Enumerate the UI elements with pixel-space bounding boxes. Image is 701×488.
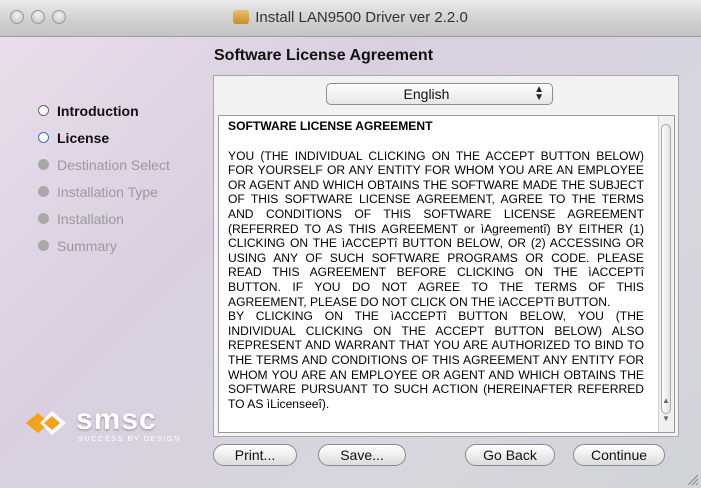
title-bar[interactable]: Install LAN9500 Driver ver 2.2.0 — [0, 0, 701, 37]
package-icon — [233, 10, 250, 24]
scrollbar-thumb[interactable] — [661, 124, 671, 414]
step-label: License — [57, 129, 110, 146]
license-title: SOFTWARE LICENSE AGREEMENT — [228, 119, 433, 133]
step-label: Installation — [57, 210, 124, 227]
scroll-up-arrow-icon[interactable]: ▲ — [662, 396, 670, 405]
continue-button[interactable]: Continue — [573, 444, 665, 466]
page-title: Software License Agreement — [214, 47, 434, 64]
smsc-logo-mark — [26, 411, 66, 435]
window-title-text: Install LAN9500 Driver ver 2.2.0 — [255, 9, 468, 26]
installer-window: Install LAN9500 Driver ver 2.2.0 Softwar… — [0, 0, 701, 488]
license-text-area[interactable]: SOFTWARE LICENSE AGREEMENT YOU (THE INDI… — [218, 115, 675, 433]
step-license: License — [38, 124, 170, 151]
license-scrollbar[interactable]: ▲ ▼ — [658, 116, 674, 432]
installer-steps: Introduction License Destination Select … — [38, 97, 170, 259]
step-pending-icon — [38, 186, 49, 197]
smsc-tagline: SUCCESS BY DESIGN — [78, 434, 181, 443]
language-select-value: English — [403, 86, 450, 102]
print-button[interactable]: Print... — [213, 444, 297, 466]
scroll-down-arrow-icon[interactable]: ▼ — [662, 414, 670, 423]
resize-grip-icon[interactable] — [685, 472, 699, 486]
license-paragraph: YOU (THE INDIVIDUAL CLICKING ON THE ACCE… — [228, 148, 644, 309]
step-destination-select: Destination Select — [38, 151, 170, 178]
step-pending-icon — [38, 213, 49, 224]
step-introduction: Introduction — [38, 97, 170, 124]
step-pending-icon — [38, 159, 49, 170]
step-current-icon — [38, 132, 49, 143]
step-label: Summary — [57, 237, 117, 254]
step-installation-type: Installation Type — [38, 178, 170, 205]
step-pending-icon — [38, 240, 49, 251]
step-installation: Installation — [38, 205, 170, 232]
smsc-logo-text: smsc — [76, 403, 157, 436]
license-paragraph: BY CLICKING ON THE ìACCEPTî BUTTON BELOW… — [228, 309, 644, 411]
step-label: Destination Select — [57, 156, 170, 173]
license-text: SOFTWARE LICENSE AGREEMENT YOU (THE INDI… — [228, 119, 644, 411]
save-button[interactable]: Save... — [318, 444, 406, 466]
step-summary: Summary — [38, 232, 170, 259]
select-arrows-icon: ▲ ▼ — [534, 84, 544, 103]
go-back-button[interactable]: Go Back — [465, 444, 555, 466]
step-label: Introduction — [57, 102, 139, 119]
smsc-logo: smsc SUCCESS BY DESIGN — [24, 403, 204, 448]
language-select[interactable]: English ▲ ▼ — [326, 83, 553, 105]
step-done-icon — [38, 105, 49, 116]
license-panel: English ▲ ▼ SOFTWARE LICENSE AGREEMENT YO… — [213, 75, 679, 437]
window-title: Install LAN9500 Driver ver 2.2.0 — [0, 9, 701, 26]
step-label: Installation Type — [57, 183, 158, 200]
